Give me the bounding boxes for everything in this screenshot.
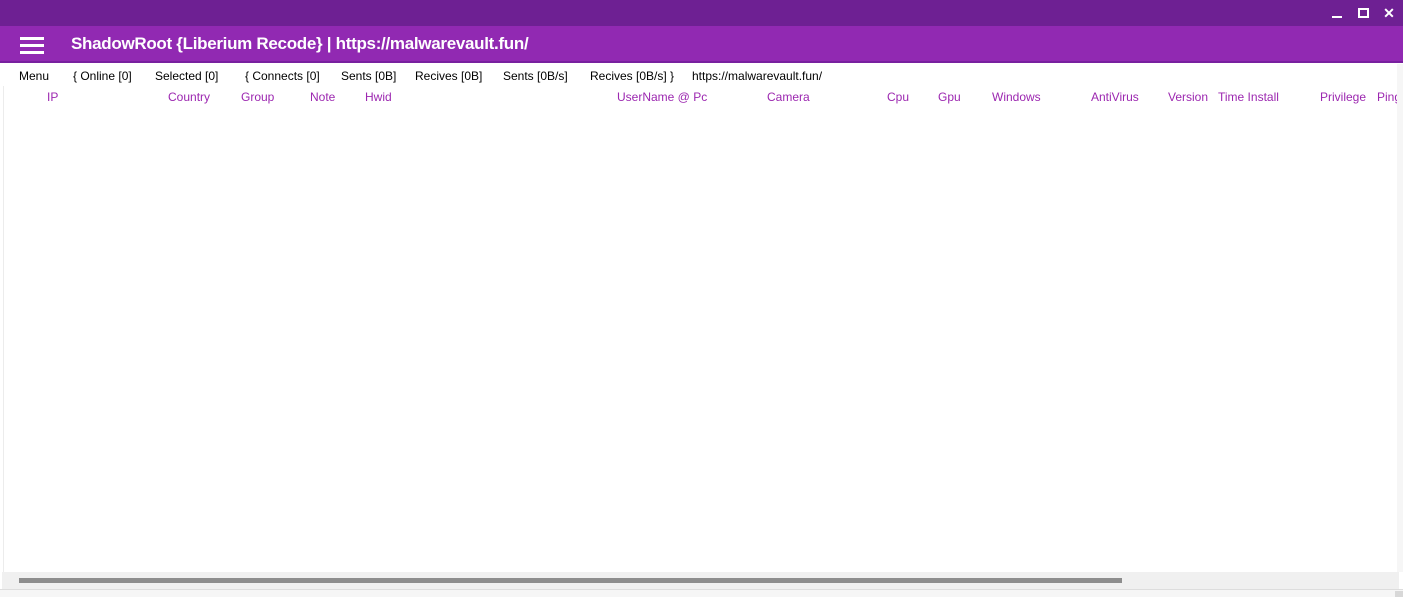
column-header-windows[interactable]: Windows bbox=[992, 90, 1041, 104]
column-header-cpu[interactable]: Cpu bbox=[887, 90, 909, 104]
menu-item-connects-count[interactable]: { Connects [0] bbox=[245, 69, 320, 83]
column-header-ip[interactable]: IP bbox=[47, 90, 58, 104]
hamburger-bar bbox=[20, 51, 44, 54]
column-header-hwid[interactable]: Hwid bbox=[365, 90, 392, 104]
hamburger-bar bbox=[20, 44, 44, 47]
horizontal-scrollbar[interactable] bbox=[2, 572, 1399, 589]
menu-item-selected-count[interactable]: Selected [0] bbox=[155, 69, 218, 83]
column-header-camera[interactable]: Camera bbox=[767, 90, 810, 104]
menu-item-site-url[interactable]: https://malwarevault.fun/ bbox=[692, 69, 822, 83]
menu-item-sents-rate[interactable]: Sents [0B/s] bbox=[503, 69, 568, 83]
column-header-note[interactable]: Note bbox=[310, 90, 335, 104]
app-header: ShadowRoot {Liberium Recode} | https://m… bbox=[0, 26, 1403, 63]
menu-item-online-count[interactable]: { Online [0] bbox=[73, 69, 132, 83]
menu-item-recives-total[interactable]: Recives [0B] bbox=[415, 69, 482, 83]
column-header-group[interactable]: Group bbox=[241, 90, 274, 104]
hamburger-menu-icon[interactable] bbox=[20, 37, 44, 54]
menu-item-recives-rate[interactable]: Recives [0B/s] } bbox=[590, 69, 674, 83]
minimize-icon[interactable] bbox=[1330, 6, 1344, 20]
menubar: Menu { Online [0] Selected [0] { Connect… bbox=[0, 63, 1403, 86]
column-header-privilege[interactable]: Privilege bbox=[1320, 90, 1366, 104]
window-controls: ✕ bbox=[1330, 0, 1396, 26]
column-header-version[interactable]: Version bbox=[1168, 90, 1208, 104]
column-header-antivirus[interactable]: AntiVirus bbox=[1091, 90, 1139, 104]
minimize-bar bbox=[1332, 16, 1342, 18]
column-header-username-pc[interactable]: UserName @ Pc bbox=[617, 90, 707, 104]
column-header-gpu[interactable]: Gpu bbox=[938, 90, 961, 104]
horizontal-scrollbar-thumb[interactable] bbox=[19, 578, 1122, 583]
resize-grip[interactable] bbox=[1395, 591, 1403, 597]
app-window: ✕ ShadowRoot {Liberium Recode} | https:/… bbox=[0, 0, 1403, 597]
table-header-row: IP Country Group Note Hwid UserName @ Pc… bbox=[0, 86, 1403, 108]
app-title: ShadowRoot {Liberium Recode} | https://m… bbox=[71, 26, 528, 61]
clients-list-panel bbox=[3, 64, 1397, 572]
column-header-country[interactable]: Country bbox=[168, 90, 210, 104]
vertical-scrollbar[interactable] bbox=[1397, 64, 1403, 572]
column-header-time-install[interactable]: Time Install bbox=[1218, 90, 1279, 104]
hamburger-bar bbox=[20, 37, 44, 40]
status-strip bbox=[0, 589, 1403, 597]
menu-item-sents-total[interactable]: Sents [0B] bbox=[341, 69, 396, 83]
maximize-box bbox=[1358, 8, 1369, 18]
menu-item-menu[interactable]: Menu bbox=[19, 69, 49, 83]
titlebar: ✕ bbox=[0, 0, 1403, 26]
maximize-icon[interactable] bbox=[1356, 6, 1370, 20]
close-icon[interactable]: ✕ bbox=[1382, 6, 1396, 20]
